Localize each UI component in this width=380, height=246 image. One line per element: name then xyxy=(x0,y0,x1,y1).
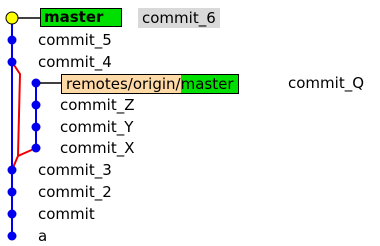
commit-row[interactable]: commit_4 xyxy=(38,52,112,72)
commit-row[interactable]: commit_Q xyxy=(288,73,364,93)
commit-node[interactable] xyxy=(7,35,17,45)
commit-row[interactable]: commit xyxy=(38,204,95,224)
commit-node[interactable] xyxy=(7,187,17,197)
commit-node[interactable] xyxy=(7,165,17,175)
remote-branch-tag[interactable]: remotes/origin/master xyxy=(61,74,239,94)
commit-node[interactable] xyxy=(31,122,41,132)
commit-node[interactable] xyxy=(31,143,41,153)
commit-row[interactable]: commit_3 xyxy=(38,160,112,180)
commit-row[interactable]: commit_Y xyxy=(60,117,133,137)
commit-row[interactable]: a xyxy=(38,226,47,246)
branch-connector-line-2 xyxy=(11,61,22,157)
remote-prefix-label: remotes/origin/ xyxy=(62,75,181,93)
head-commit-dot[interactable] xyxy=(5,11,19,25)
commit-node[interactable] xyxy=(7,57,17,67)
head-commit-subject[interactable]: commit_6 xyxy=(138,8,220,28)
commit-node[interactable] xyxy=(7,209,17,219)
commit-row[interactable]: commit_X xyxy=(60,138,134,158)
commit-row[interactable]: commit_2 xyxy=(38,182,112,202)
commit-row[interactable]: commit_5 xyxy=(38,30,112,50)
commit-node[interactable] xyxy=(7,231,17,241)
commit-node[interactable] xyxy=(31,78,41,88)
remote-branch-label: master xyxy=(180,75,238,93)
commit-row[interactable]: commit_Z xyxy=(60,95,134,115)
branch-connector-line xyxy=(11,147,37,171)
local-branch-label: master xyxy=(44,8,104,26)
commit-node[interactable] xyxy=(31,100,41,110)
local-branch-tag[interactable]: master xyxy=(40,8,122,27)
